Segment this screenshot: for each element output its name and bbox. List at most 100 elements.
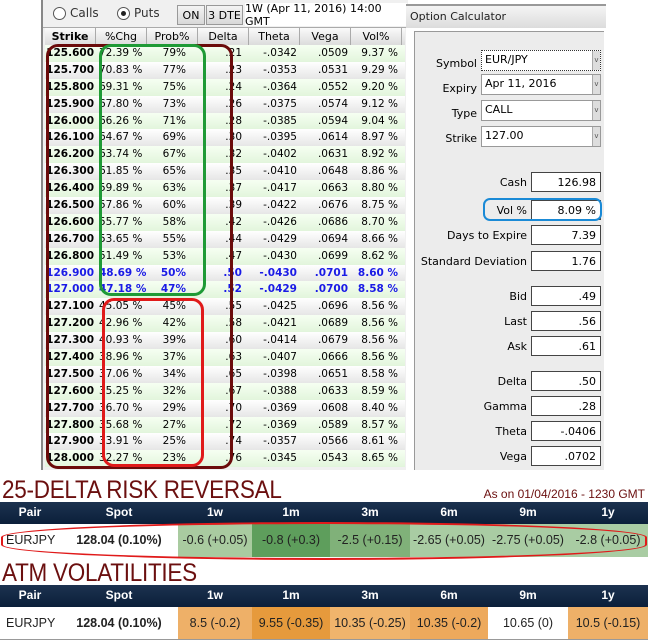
table-row[interactable]: 125.700 70.83 % 77% .23 -.0353 .0531 9.29 % (45, 61, 405, 79)
table-row[interactable]: 125.900 67.80 % 73% .26 -.0375 .0574 9.12 % (45, 95, 405, 113)
cell-theta: -.0357 (263, 435, 297, 448)
column-header-delta[interactable]: Delta (198, 28, 249, 45)
table-row[interactable]: 125.800 69.31 % 75% .24 -.0364 .0552 9.20 % (45, 78, 405, 96)
cell-prob: 34% (162, 367, 186, 380)
cell-delta: .47 (225, 249, 242, 262)
cell-strike: 126.500 (46, 199, 94, 212)
last-field[interactable]: .56 (531, 311, 601, 331)
cell-theta: -.0414 (263, 334, 297, 347)
table-row[interactable]: 127.700 36.70 % 29% .70 -.0369 .0608 8.40 % (45, 399, 405, 417)
cell-prob: 32% (162, 384, 186, 397)
cell-delta: .42 (225, 215, 242, 228)
cell-chg: 59.89 % (99, 182, 143, 195)
cell-chg: 66.26 % (99, 114, 143, 127)
cell-vega: .0689 (317, 317, 348, 330)
bid-field[interactable]: .49 (531, 286, 601, 306)
cell-chg: 40.93 % (99, 334, 143, 347)
table-row[interactable]: 127.200 42.96 % 42% .58 -.0421 .0689 8.56 % (45, 315, 405, 333)
table-row[interactable]: 126.500 57.86 % 60% .39 -.0422 .0676 8.75 % (45, 197, 405, 214)
vol-highlight-outline (483, 198, 602, 221)
cell-theta: -.0353 (263, 63, 297, 76)
cell-prob: 23% (162, 452, 186, 465)
cell-vol: 9.29 % (361, 63, 398, 76)
cell-theta: -.0430 (259, 266, 297, 279)
cell-chg: 38.96 % (99, 351, 143, 364)
table-row[interactable]: 128.000 32.27 % 23% .76 -.0345 .0543 8.65 % (45, 450, 405, 468)
cell-strike: 127.300 (46, 334, 94, 347)
3-dte-button[interactable]: 3 DTE (206, 5, 243, 25)
chevron-down-icon: v (592, 127, 600, 146)
table-row[interactable]: 127.000 47.18 % 47% .52 -.0429 .0700 8.58 % (45, 281, 405, 299)
cell-strike: 127.200 (46, 317, 94, 330)
cash-field[interactable]: 126.98 (531, 172, 601, 192)
table-row[interactable]: 126.200 63.74 % 67% .32 -.0402 .0631 8.92 % (45, 146, 405, 164)
cell-theta: -.0385 (263, 114, 297, 127)
cell-prob: 71% (162, 114, 186, 127)
table-row[interactable]: 125.600 72.39 % 79% .21 -.0342 .0509 9.37 % (45, 45, 405, 62)
atm-vol-header: Pair Spot 1w 1m 3m 6m 9m 1y (0, 585, 648, 607)
strike-select[interactable]: 127.00 v (481, 126, 601, 147)
cell-vol: 8.70 % (361, 215, 398, 228)
table-row[interactable]: 127.800 35.68 % 27% .72 -.0369 .0589 8.57 % (45, 416, 405, 434)
cell-vol: 8.57 % (361, 418, 398, 431)
vega-field[interactable]: .0702 (531, 446, 601, 466)
cell-strike: 126.900 (46, 266, 94, 279)
table-row[interactable]: 127.900 33.91 % 25% .74 -.0357 .0566 8.61 % (45, 433, 405, 451)
table-row[interactable]: 126.600 55.77 % 58% .42 -.0426 .0686 8.70 % (45, 213, 405, 231)
column-header-theta[interactable]: Theta (249, 28, 300, 45)
on-button[interactable]: ON (177, 5, 205, 25)
expiry-selector[interactable]: 1W (Apr 11, 2016) 14:00 GMT (245, 2, 407, 28)
cell-strike: 126.000 (46, 114, 94, 127)
column-header-strike[interactable]: Strike (45, 28, 96, 45)
table-row[interactable]: 126.100 64.67 % 69% .30 -.0395 .0614 8.97 % (45, 129, 405, 147)
table-row[interactable]: 127.500 37.06 % 34% .65 -.0398 .0651 8.58 % (45, 365, 405, 383)
expiry-select[interactable]: Apr 11, 2016 v (481, 74, 601, 95)
table-row[interactable]: 127.600 35.25 % 32% .67 -.0388 .0633 8.59 % (45, 382, 405, 400)
ask-label: Ask (507, 340, 527, 353)
column-header-vega[interactable]: Vega (300, 28, 351, 45)
atm_vol-cell-spot: 128.04 (0.10%) (60, 607, 178, 639)
cell-strike: 127.400 (46, 351, 94, 364)
table-row[interactable]: 126.400 59.89 % 63% .37 -.0417 .0663 8.80 % (45, 180, 405, 198)
atm_vol-col-3m: 3m (361, 588, 379, 603)
table-row[interactable]: 127.300 40.93 % 39% .60 -.0414 .0679 8.56 % (45, 332, 405, 350)
table-row[interactable]: 126.700 53.65 % 55% .44 -.0429 .0694 8.66 % (45, 230, 405, 248)
symbol-label: Symbol (436, 57, 477, 70)
column-header-vol[interactable]: Vol% (351, 28, 402, 45)
cell-vega: .0608 (317, 401, 348, 414)
days-to-expire-label: Days to Expire (446, 229, 527, 242)
table-row[interactable]: 126.900 48.69 % 50% .50 -.0430 .0701 8.60 % (45, 264, 405, 282)
cell-prob: 55% (162, 232, 186, 245)
cell-vega: .0701 (314, 266, 348, 279)
delta-field[interactable]: .50 (531, 371, 601, 391)
cell-delta: .28 (225, 114, 242, 127)
atm-vol-row: EURJPY 128.04 (0.10%) 8.5 (-0.2) 9.55 (-0.3… (0, 607, 648, 640)
theta-field[interactable]: -.0406 (531, 421, 601, 441)
table-row[interactable]: 126.800 51.49 % 53% .47 -.0430 .0699 8.62 % (45, 247, 405, 265)
cell-prob: 27% (162, 418, 186, 431)
table-row[interactable]: 126.000 66.26 % 71% .28 -.0385 .0594 9.04 % (45, 112, 405, 130)
cell-vega: .0614 (317, 131, 348, 144)
days-to-expire-field[interactable]: 7.39 (531, 225, 601, 245)
table-row[interactable]: 127.400 38.96 % 37% .63 -.0407 .0666 8.56 % (45, 349, 405, 366)
cell-vega: .0594 (317, 114, 348, 127)
ask-field[interactable]: .61 (531, 336, 601, 356)
atm_vol-col-1y: 1y (601, 588, 615, 603)
column-header-prob[interactable]: Prob% (147, 28, 198, 45)
type-select[interactable]: CALL v (481, 100, 601, 121)
table-row[interactable]: 127.100 45.05 % 45% .55 -.0425 .0696 8.56 % (45, 298, 405, 316)
atm-vol-title: ATM VOLATILITIES (2, 559, 197, 587)
gamma-field[interactable]: .28 (531, 396, 601, 416)
cell-strike: 128.000 (46, 452, 94, 465)
calls-radio[interactable]: Calls (53, 6, 99, 20)
cell-vol: 8.40 % (361, 401, 398, 414)
symbol-select[interactable]: EUR/JPY v (481, 50, 601, 71)
cell-vol: 8.56 % (361, 300, 398, 313)
risk-reversal-title: 25-DELTA RISK REVERSAL (2, 476, 282, 504)
type-label: Type (451, 107, 477, 120)
puts-radio[interactable]: Puts (117, 6, 160, 20)
cell-theta: -.0426 (263, 215, 297, 228)
table-row[interactable]: 126.300 61.85 % 65% .35 -.0410 .0648 8.86 % (45, 163, 405, 181)
standard-deviation-field[interactable]: 1.76 (531, 251, 601, 271)
column-header-chg[interactable]: %Chg (96, 28, 147, 45)
